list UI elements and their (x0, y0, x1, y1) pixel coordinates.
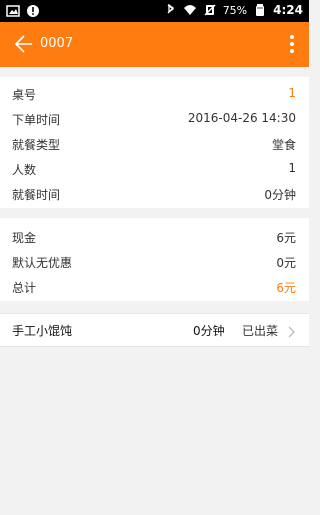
order-info-row: 下单时间 2016-04-26 14:30 (0, 109, 309, 129)
image-icon (6, 3, 20, 17)
chevron-right-icon (286, 323, 296, 338)
row-label: 默认无优惠 (12, 256, 73, 270)
dish-status: 已出菜 (242, 324, 279, 338)
status-right-icons: 75% 4:24 (163, 3, 303, 17)
back-arrow-icon[interactable] (10, 32, 34, 56)
mute-icon (203, 3, 217, 17)
row-label: 人数 (12, 163, 37, 177)
wifi-icon (183, 3, 197, 17)
row-value: 2016-04-26 14:30 (187, 111, 296, 125)
row-label: 下单时间 (12, 113, 61, 127)
dish-name: 手工小馄饨 (12, 324, 73, 338)
payment-row: 默认无优惠 0元 (0, 252, 309, 272)
row-value: 堂食 (271, 138, 296, 152)
row-value: 1 (288, 161, 296, 175)
page-title: 0007 (40, 36, 74, 51)
row-value: 0分钟 (264, 188, 296, 202)
status-time: 4:24 (273, 3, 303, 17)
row-value: 6元 (276, 231, 296, 245)
row-label: 桌号 (12, 88, 37, 102)
order-info-card: 桌号 1 下单时间 2016-04-26 14:30 就餐类型 堂食 人数 1 … (0, 77, 309, 208)
payment-row: 现金 6元 (0, 227, 309, 247)
order-info-row: 就餐类型 堂食 (0, 134, 309, 154)
row-value: 1 (288, 86, 296, 100)
payment-row: 总计 6元 (0, 277, 309, 297)
row-label: 就餐类型 (12, 138, 61, 152)
app-bar: 0007 (0, 22, 309, 67)
dish-time: 0分钟 (193, 324, 225, 338)
row-label: 总计 (12, 281, 37, 295)
battery-icon (253, 3, 267, 17)
row-label: 现金 (12, 231, 37, 245)
row-label: 就餐时间 (12, 188, 61, 202)
info-icon (26, 3, 40, 17)
status-left-icons (6, 3, 40, 17)
order-info-row: 人数 1 (0, 159, 309, 179)
payment-card: 现金 6元 默认无优惠 0元 总计 6元 (0, 218, 309, 301)
order-info-row: 就餐时间 0分钟 (0, 184, 309, 204)
battery-percent: 75% (222, 3, 248, 17)
status-bar: 75% 4:24 (0, 0, 309, 22)
row-value: 0元 (276, 256, 296, 270)
bluetooth-icon (163, 3, 177, 17)
order-info-row: 桌号 1 (0, 84, 309, 104)
dish-row[interactable]: 手工小馄饨 0分钟 已出菜 (0, 313, 309, 347)
row-value: 6元 (276, 281, 296, 295)
more-vert-icon[interactable] (289, 34, 295, 54)
